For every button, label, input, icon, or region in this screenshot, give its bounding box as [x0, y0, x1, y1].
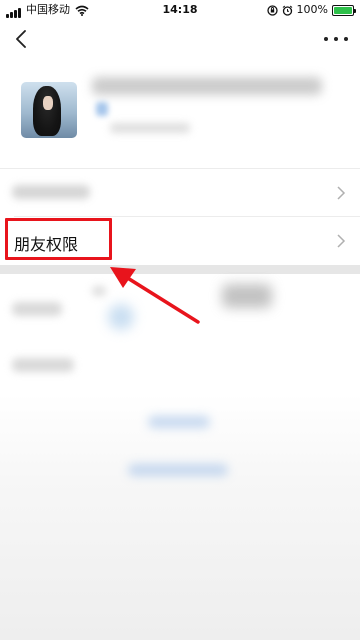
chevron-left-icon — [16, 30, 26, 48]
blurred-call-link[interactable] — [128, 464, 228, 476]
remark-row[interactable] — [0, 169, 360, 217]
avatar[interactable] — [21, 82, 77, 138]
actions-area — [0, 394, 360, 640]
battery-icon — [332, 4, 356, 16]
profile-card[interactable] — [0, 60, 360, 168]
status-right: 100% — [266, 0, 356, 20]
blurred-subtext — [110, 123, 190, 133]
battery-fill — [334, 6, 352, 14]
nav-bar — [0, 20, 360, 60]
blurred-moments-thumb — [222, 284, 272, 308]
blurred-nickname — [92, 77, 322, 95]
moments-section[interactable] — [0, 274, 360, 394]
more-button[interactable] — [324, 28, 348, 50]
back-button[interactable] — [10, 26, 36, 52]
blurred-row-label — [12, 185, 90, 199]
more-dots-icon — [324, 37, 328, 41]
blurred-moments-thumb — [108, 304, 134, 330]
blurred-moments-label — [12, 302, 62, 316]
blurred-more-info-label — [12, 358, 74, 372]
battery-percent: 100% — [296, 3, 328, 16]
status-bar: 中国移动 14:18 100% — [0, 0, 360, 20]
blurred-item — [92, 286, 106, 296]
chevron-right-icon — [337, 186, 346, 200]
alarm-icon — [282, 5, 292, 16]
section-gap — [0, 265, 360, 274]
highlight-box — [5, 218, 112, 260]
orientation-lock-icon — [266, 4, 278, 16]
blurred-gender-icon — [96, 102, 108, 116]
blurred-send-message-link[interactable] — [148, 416, 210, 428]
chevron-right-icon — [337, 234, 346, 248]
